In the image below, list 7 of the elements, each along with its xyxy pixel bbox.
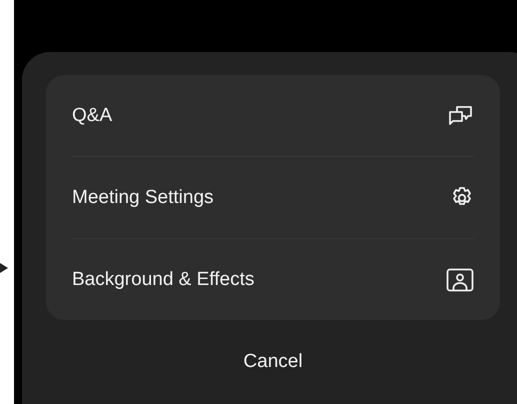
person-frame-icon: [446, 268, 474, 292]
menu-item[interactable]: Background & Effects: [72, 238, 474, 320]
pointer-arrow-icon: [0, 263, 8, 273]
menu-item[interactable]: Q&A: [72, 75, 474, 156]
cancel-button[interactable]: Cancel: [231, 345, 315, 379]
menu-item[interactable]: Meeting Settings: [72, 156, 474, 238]
chat-bubbles-icon: [448, 104, 474, 128]
